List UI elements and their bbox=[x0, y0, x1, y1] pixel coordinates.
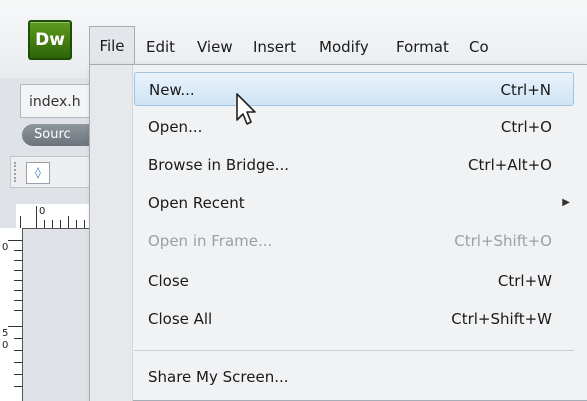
ruler-v-label: 0 bbox=[2, 340, 9, 351]
menu-item-label: New... bbox=[149, 81, 195, 99]
menu-item-browse-in-bridge[interactable]: Browse in Bridge... Ctrl+Alt+O bbox=[134, 148, 574, 182]
menu-item-open-in-frame: Open in Frame... Ctrl+Shift+O bbox=[134, 224, 574, 258]
menu-item-share-my-screen[interactable]: Share My Screen... bbox=[134, 360, 574, 394]
submenu-arrow-icon: ▶ bbox=[562, 197, 570, 208]
menu-item-shortcut: Ctrl+W bbox=[497, 272, 552, 290]
menu-item-label: Open in Frame... bbox=[148, 232, 273, 250]
menu-format[interactable]: Format bbox=[396, 32, 449, 62]
menu-separator bbox=[134, 350, 574, 351]
menu-item-shortcut: Ctrl+Shift+W bbox=[451, 310, 552, 328]
ruler-v-label: 0 bbox=[2, 242, 9, 253]
source-code-button[interactable]: Sourc bbox=[22, 124, 98, 146]
menu-commands[interactable]: Co bbox=[469, 32, 489, 62]
menu-item-label: Open... bbox=[148, 118, 203, 136]
menu-icon-gutter bbox=[90, 65, 133, 401]
menu-item-open-recent[interactable]: Open Recent ▶ bbox=[134, 186, 574, 220]
menu-item-label: Browse in Bridge... bbox=[148, 156, 290, 174]
menu-item-new[interactable]: New... Ctrl+N bbox=[134, 72, 574, 106]
code-view-icon[interactable]: ◊ bbox=[26, 162, 50, 184]
menu-item-shortcut: Ctrl+N bbox=[500, 81, 551, 99]
ruler-v-label: 5 bbox=[2, 328, 9, 339]
menu-item-shortcut: Ctrl+Alt+O bbox=[468, 156, 552, 174]
menu-file[interactable]: File bbox=[89, 26, 135, 64]
document-toolbar bbox=[10, 156, 98, 188]
menu-insert[interactable]: Insert bbox=[253, 32, 296, 62]
menu-edit[interactable]: Edit bbox=[146, 32, 175, 62]
vertical-ruler: 0 5 0 bbox=[0, 228, 23, 401]
horizontal-ruler: 0 bbox=[16, 204, 98, 229]
document-tab[interactable]: index.h bbox=[20, 84, 98, 118]
ruler-h-zero: 0 bbox=[39, 206, 46, 217]
toolbar-grip-icon[interactable] bbox=[14, 162, 20, 182]
menu-item-label: Close All bbox=[148, 310, 213, 328]
dreamweaver-logo: Dw bbox=[28, 20, 72, 60]
menu-item-shortcut: Ctrl+O bbox=[500, 118, 552, 136]
menu-item-open[interactable]: Open... Ctrl+O bbox=[134, 110, 574, 144]
menu-item-shortcut: Ctrl+Shift+O bbox=[454, 232, 552, 250]
menu-item-label: Share My Screen... bbox=[148, 368, 289, 386]
menu-item-label: Close bbox=[148, 272, 189, 290]
menu-view[interactable]: View bbox=[197, 32, 233, 62]
menu-modify[interactable]: Modify bbox=[319, 32, 369, 62]
menu-item-label: Open Recent bbox=[148, 194, 245, 212]
menu-item-close[interactable]: Close Ctrl+W bbox=[134, 264, 574, 298]
menu-item-close-all[interactable]: Close All Ctrl+Shift+W bbox=[134, 302, 574, 336]
mouse-cursor-icon bbox=[236, 93, 256, 125]
